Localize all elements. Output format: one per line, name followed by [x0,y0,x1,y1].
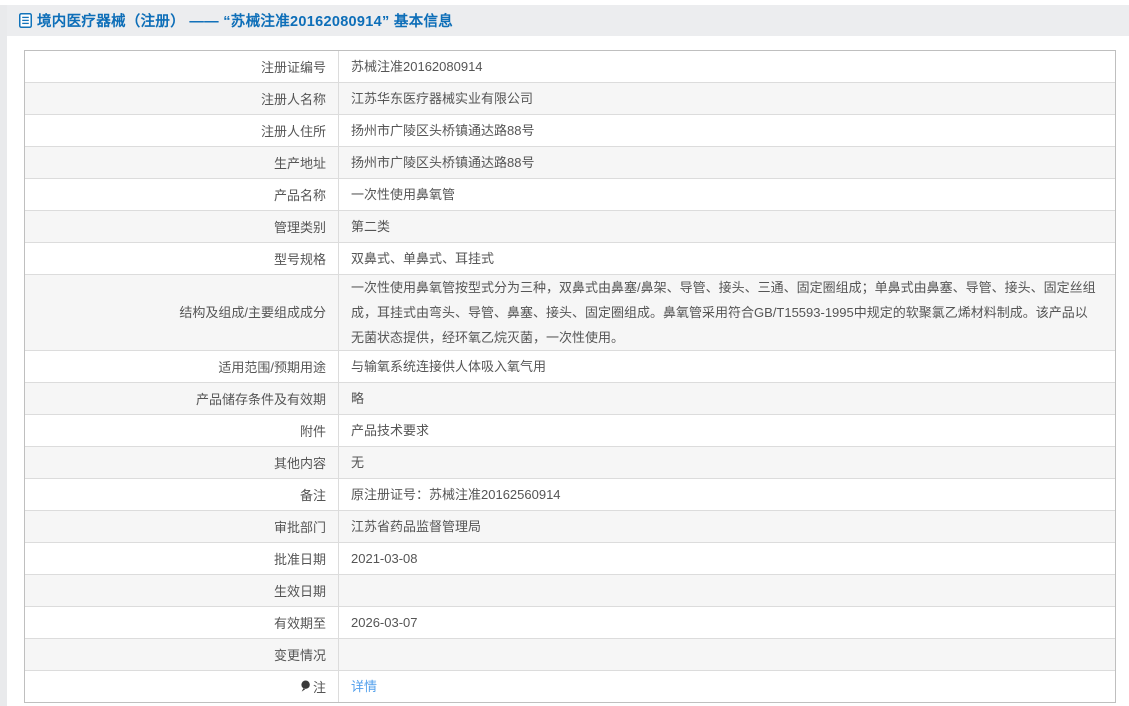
row-label-text: 审批部门 [273,520,326,535]
row-label-text: 适用范围/预期用途 [218,360,326,375]
row-label-text: 注册证编号 [260,60,326,75]
row-label-text: 生效日期 [273,584,326,599]
table-row: 生产地址 扬州市广陵区头桥镇通达路88号 [25,146,1115,179]
table-row: 附件 产品技术要求 [25,414,1115,447]
row-label: 产品名称 [25,178,339,211]
row-label-text: 生产地址 [273,156,326,171]
row-label: 结构及组成/主要组成成分 [25,274,339,351]
row-label: 审批部门 [25,510,339,543]
row-label-text: 有效期至 [273,616,326,631]
row-label: 备注 [25,478,339,511]
row-label-text: 注册人名称 [260,92,326,107]
table-row: 注册人名称 江苏华东医疗器械实业有限公司 [25,82,1115,115]
table-row: 批准日期 2021-03-08 [25,542,1115,575]
row-label: 附件 [25,414,339,447]
info-table-body: 注册证编号 苏械注准20162080914 注册人名称 江苏华东医疗器械实业有限公司注… [25,51,1115,702]
table-row: 适用范围/预期用途 与输氧系统连接供人体吸入氧气用 [25,350,1115,383]
title-band: 境内医疗器械（注册） —— “苏械注准20162080914” 基本信息 [7,5,1129,36]
table-row: 注册人住所 扬州市广陵区头桥镇通达路88号 [25,114,1115,147]
row-value: 一次性使用鼻氧管按型式分为三种，双鼻式由鼻塞/鼻架、导管、接头、三通、固定圈组成… [338,274,1115,351]
page: 境内医疗器械（注册） —— “苏械注准20162080914” 基本信息 注册证… [0,0,1129,706]
row-label: 注 [25,670,339,702]
row-label-text: 产品名称 [273,188,326,203]
row-value: 原注册证号：苏械注准20162560914 [338,478,1115,511]
row-label: 适用范围/预期用途 [25,350,339,383]
row-label: 型号规格 [25,242,339,275]
row-value: 略 [338,382,1115,415]
detail-link[interactable]: 详情 [351,679,377,694]
row-value: 双鼻式、单鼻式、耳挂式 [338,242,1115,275]
table-row: 审批部门 江苏省药品监督管理局 [25,510,1115,543]
row-label-text: 产品储存条件及有效期 [195,392,326,407]
table-row: 注册证编号 苏械注准20162080914 [25,51,1115,83]
table-row: 型号规格 双鼻式、单鼻式、耳挂式 [25,242,1115,275]
row-label: 有效期至 [25,606,339,639]
row-value: 一次性使用鼻氧管 [338,178,1115,211]
row-label-text: 结构及组成/主要组成成分 [179,305,326,320]
left-margin-strip [0,5,7,706]
registration-info-table: 注册证编号 苏械注准20162080914 注册人名称 江苏华东医疗器械实业有限公司注… [24,50,1116,703]
row-value: 详情 [338,670,1115,702]
row-value: 2021-03-08 [338,542,1115,575]
row-label: 注册人住所 [25,114,339,147]
row-value: 产品技术要求 [338,414,1115,447]
row-value [338,574,1115,607]
table-row: 有效期至 2026-03-07 [25,606,1115,639]
row-value: 2026-03-07 [338,606,1115,639]
row-label: 其他内容 [25,446,339,479]
row-label: 注册人名称 [25,82,339,115]
page-title: 境内医疗器械（注册） —— “苏械注准20162080914” 基本信息 [37,14,454,30]
row-label-text: 管理类别 [273,220,326,235]
row-label-text: 注册人住所 [260,124,326,139]
table-row: 注 详情 [25,670,1115,702]
row-label: 批准日期 [25,542,339,575]
row-value: 江苏省药品监督管理局 [338,510,1115,543]
row-value: 扬州市广陵区头桥镇通达路88号 [338,146,1115,179]
row-label-text: 备注 [299,488,326,503]
row-label: 生效日期 [25,574,339,607]
row-value: 苏械注准20162080914 [338,51,1115,83]
table-row: 备注 原注册证号：苏械注准20162560914 [25,478,1115,511]
table-row: 管理类别 第二类 [25,210,1115,243]
row-label-text: 其他内容 [273,456,326,471]
row-label: 变更情况 [25,638,339,671]
table-row: 生效日期 [25,574,1115,607]
row-label-text: 批准日期 [273,552,326,567]
row-label-text: 型号规格 [273,252,326,267]
row-value: 第二类 [338,210,1115,243]
table-row: 变更情况 [25,638,1115,671]
row-label: 管理类别 [25,210,339,243]
row-label: 产品储存条件及有效期 [25,382,339,415]
row-label-text: 注 [312,680,326,695]
row-label-text: 变更情况 [273,648,326,663]
row-value: 与输氧系统连接供人体吸入氧气用 [338,350,1115,383]
table-row: 产品名称 一次性使用鼻氧管 [25,178,1115,211]
row-value: 江苏华东医疗器械实业有限公司 [338,82,1115,115]
document-icon [19,13,32,28]
table-row: 产品储存条件及有效期略 [25,382,1115,415]
row-label: 生产地址 [25,146,339,179]
row-value: 无 [338,446,1115,479]
table-row: 其他内容无 [25,446,1115,479]
row-label-text: 附件 [299,424,326,439]
balloon-icon [300,680,311,696]
row-value [338,638,1115,671]
table-row: 结构及组成/主要组成成分 一次性使用鼻氧管按型式分为三种，双鼻式由鼻塞/鼻架、导管… [25,274,1115,351]
row-value: 扬州市广陵区头桥镇通达路88号 [338,114,1115,147]
row-label: 注册证编号 [25,51,339,83]
